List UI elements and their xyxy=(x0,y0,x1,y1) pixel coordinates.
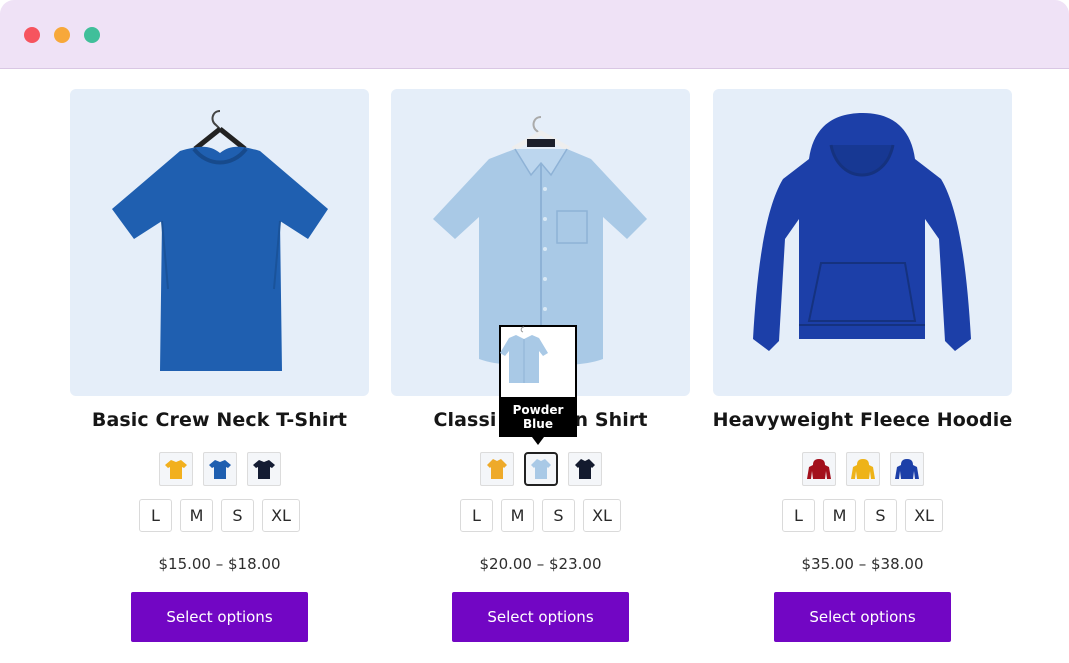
size-xl-button[interactable]: XL xyxy=(262,499,300,532)
size-s-button[interactable]: S xyxy=(221,499,254,532)
navy-tshirt-swatch[interactable] xyxy=(246,452,281,486)
tooltip-line-2: Blue xyxy=(523,417,553,431)
tooltip-text: Powder Blue xyxy=(499,399,577,437)
product-card-hoodie: Heavyweight Fleece Hoodie L M S XL $35.0… xyxy=(713,89,1012,642)
price-range: $15.00 – $18.00 xyxy=(158,555,281,573)
size-options: L M S XL xyxy=(391,499,690,532)
size-options: L M S XL xyxy=(70,499,369,532)
select-options-button[interactable]: Select options xyxy=(774,592,951,642)
yellow-shirt-swatch[interactable] xyxy=(479,452,514,486)
size-s-button[interactable]: S xyxy=(864,499,897,532)
product-card-shirt: Powder Blue Classi n Shirt L M S XL $20.0… xyxy=(391,89,690,642)
size-l-button[interactable]: L xyxy=(139,499,172,532)
tooltip-shirt-preview xyxy=(500,326,575,397)
size-xl-button[interactable]: XL xyxy=(583,499,621,532)
royal-blue-hoodie-icon xyxy=(753,113,971,351)
product-card-tshirt: Basic Crew Neck T-Shirt L M S XL $15.00 … xyxy=(70,89,369,642)
size-m-button[interactable]: M xyxy=(501,499,534,532)
color-swatches xyxy=(391,452,690,486)
product-title[interactable]: Basic Crew Neck T-Shirt xyxy=(50,409,389,431)
blue-tshirt-swatch[interactable] xyxy=(202,452,237,486)
product-image-shirt[interactable]: Powder Blue xyxy=(391,89,690,445)
size-l-button[interactable]: L xyxy=(460,499,493,532)
minimize-window-icon[interactable] xyxy=(54,27,70,43)
size-m-button[interactable]: M xyxy=(180,499,213,532)
window-title-bar xyxy=(0,0,1069,69)
close-window-icon[interactable] xyxy=(24,27,40,43)
size-options: L M S XL xyxy=(713,499,1012,532)
powder-blue-shirt-thumbnail-icon xyxy=(500,326,548,383)
product-title-right: n Shirt xyxy=(574,409,648,431)
color-tooltip: Powder Blue xyxy=(499,325,577,445)
blue-tshirt-icon xyxy=(112,110,328,371)
product-image-tshirt[interactable] xyxy=(70,89,369,396)
maximize-window-icon[interactable] xyxy=(84,27,100,43)
blue-hoodie-swatch[interactable] xyxy=(889,452,924,486)
product-image-hoodie[interactable] xyxy=(713,89,1012,396)
red-hoodie-swatch[interactable] xyxy=(801,452,836,486)
product-title-left: Classi xyxy=(433,409,497,431)
powder-blue-shirt-swatch[interactable] xyxy=(523,452,558,486)
select-options-button[interactable]: Select options xyxy=(131,592,308,642)
size-s-button[interactable]: S xyxy=(542,499,575,532)
color-swatches xyxy=(70,452,369,486)
size-l-button[interactable]: L xyxy=(782,499,815,532)
size-xl-button[interactable]: XL xyxy=(905,499,943,532)
size-m-button[interactable]: M xyxy=(823,499,856,532)
color-swatches xyxy=(713,452,1012,486)
tooltip-arrow xyxy=(532,437,544,445)
yellow-hoodie-swatch[interactable] xyxy=(845,452,880,486)
price-range: $35.00 – $38.00 xyxy=(801,555,924,573)
select-options-button[interactable]: Select options xyxy=(452,592,629,642)
tooltip-line-1: Powder xyxy=(512,403,564,417)
navy-shirt-swatch[interactable] xyxy=(567,452,602,486)
price-range: $20.00 – $23.00 xyxy=(479,555,602,573)
yellow-tshirt-swatch[interactable] xyxy=(158,452,193,486)
product-title[interactable]: Heavyweight Fleece Hoodie xyxy=(693,409,1032,431)
